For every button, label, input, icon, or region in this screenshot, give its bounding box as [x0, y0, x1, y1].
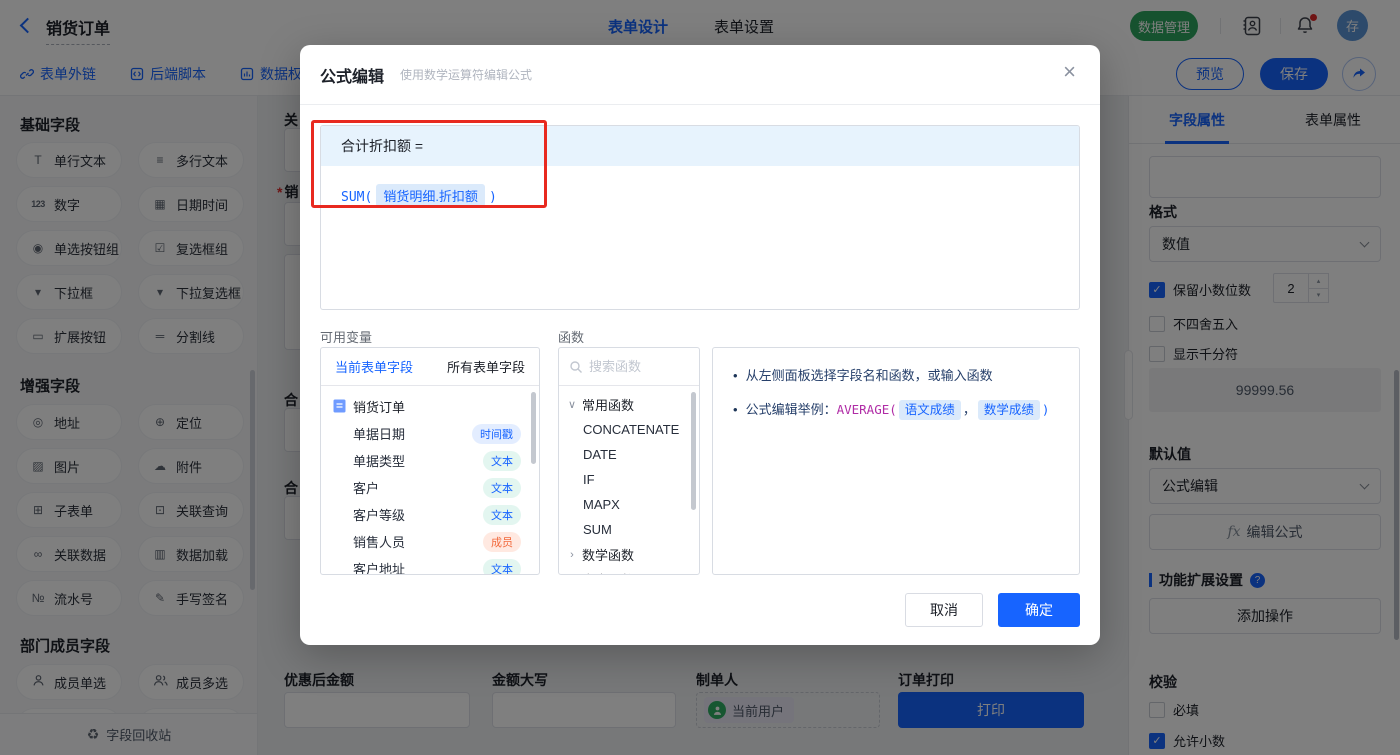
tree-root-form[interactable]: 销货订单 — [321, 392, 539, 420]
function-group-common[interactable]: ∨常用函数 — [559, 392, 699, 417]
variables-scrollbar[interactable] — [531, 392, 536, 464]
variables-panel: 当前表单字段 所有表单字段 销货订单 单据日期时间戳 单据类型文本 客户文本 客… — [320, 347, 540, 575]
bullet-icon: • — [733, 366, 738, 386]
modal-header: 公式编辑 使用数学运算符编辑公式 × — [300, 45, 1100, 105]
formula-target: 合计折扣额 = — [321, 126, 1079, 166]
variable-row[interactable]: 单据日期时间戳 — [321, 420, 539, 447]
bullet-icon: • — [733, 400, 738, 421]
function-item[interactable]: CONCATENATE — [559, 417, 699, 442]
formula-close-paren: ) — [489, 190, 497, 205]
example-function: AVERAGE( — [837, 402, 897, 417]
formula-expression[interactable]: SUM( 销货明细.折扣额) — [321, 166, 1079, 225]
formula-field-chip[interactable]: 销货明细.折扣额 — [376, 184, 485, 207]
search-icon — [569, 360, 583, 374]
confirm-button[interactable]: 确定 — [998, 593, 1080, 627]
variable-row[interactable]: 客户等级文本 — [321, 501, 539, 528]
variables-tabs: 当前表单字段 所有表单字段 — [321, 348, 539, 386]
type-badge-member: 成员 — [483, 532, 521, 552]
function-item[interactable]: SUM — [559, 517, 699, 542]
variables-label: 可用变量 — [320, 327, 372, 346]
tip-line-1: • 从左侧面板选择字段名和函数，或输入函数 — [733, 366, 1059, 386]
function-group-text[interactable]: ›文本函数 — [559, 567, 699, 575]
functions-panel: ∨常用函数 CONCATENATE DATE IF MAPX SUM ›数学函数… — [558, 347, 700, 575]
tree-root-label: 销货订单 — [353, 397, 405, 416]
tip-line-2: • 公式编辑举例：AVERAGE(语文成绩，数学成绩) — [733, 400, 1059, 421]
variable-row[interactable]: 客户文本 — [321, 474, 539, 501]
tips-panel: • 从左侧面板选择字段名和函数，或输入函数 • 公式编辑举例：AVERAGE(语… — [712, 347, 1080, 575]
formula-edit-modal: 公式编辑 使用数学运算符编辑公式 × 合计折扣额 = SUM( 销货明细.折扣额)… — [300, 45, 1100, 645]
type-badge-text: 文本 — [483, 478, 521, 498]
function-item[interactable]: IF — [559, 467, 699, 492]
type-badge-text: 文本 — [483, 505, 521, 525]
function-item[interactable]: MAPX — [559, 492, 699, 517]
function-item[interactable]: DATE — [559, 442, 699, 467]
example-field-chip: 数学成绩 — [978, 400, 1040, 421]
function-group-math[interactable]: ›数学函数 — [559, 542, 699, 567]
caret-right-icon: › — [567, 574, 577, 576]
example-field-chip: 语文成绩 — [899, 400, 961, 421]
type-badge-text: 文本 — [483, 451, 521, 471]
tab-all-form-fields[interactable]: 所有表单字段 — [447, 357, 525, 376]
modal-title: 公式编辑 — [320, 63, 384, 87]
functions-scrollbar[interactable] — [691, 392, 696, 510]
tab-current-form-fields[interactable]: 当前表单字段 — [335, 357, 413, 376]
functions-label: 函数 — [558, 327, 584, 346]
type-badge-text: 文本 — [483, 559, 521, 576]
caret-right-icon: › — [567, 549, 577, 561]
variable-row[interactable]: 客户地址文本 — [321, 555, 539, 575]
form-doc-icon — [333, 399, 346, 413]
function-search[interactable] — [559, 348, 699, 386]
type-badge-timestamp: 时间戳 — [472, 424, 521, 444]
app-window: 销货订单 表单设计 表单设置 数据管理 存 表单外链 后端脚本 — [0, 0, 1400, 755]
caret-down-icon: ∨ — [567, 398, 577, 411]
function-search-input[interactable] — [589, 359, 681, 374]
close-icon[interactable]: × — [1063, 61, 1076, 83]
variable-row[interactable]: 销售人员成员 — [321, 528, 539, 555]
formula-editor[interactable]: 合计折扣额 = SUM( 销货明细.折扣额) — [320, 125, 1080, 310]
cancel-button[interactable]: 取消 — [905, 593, 983, 627]
modal-subtitle: 使用数学运算符编辑公式 — [400, 66, 532, 83]
formula-function: SUM( — [341, 190, 372, 205]
variable-row[interactable]: 单据类型文本 — [321, 447, 539, 474]
